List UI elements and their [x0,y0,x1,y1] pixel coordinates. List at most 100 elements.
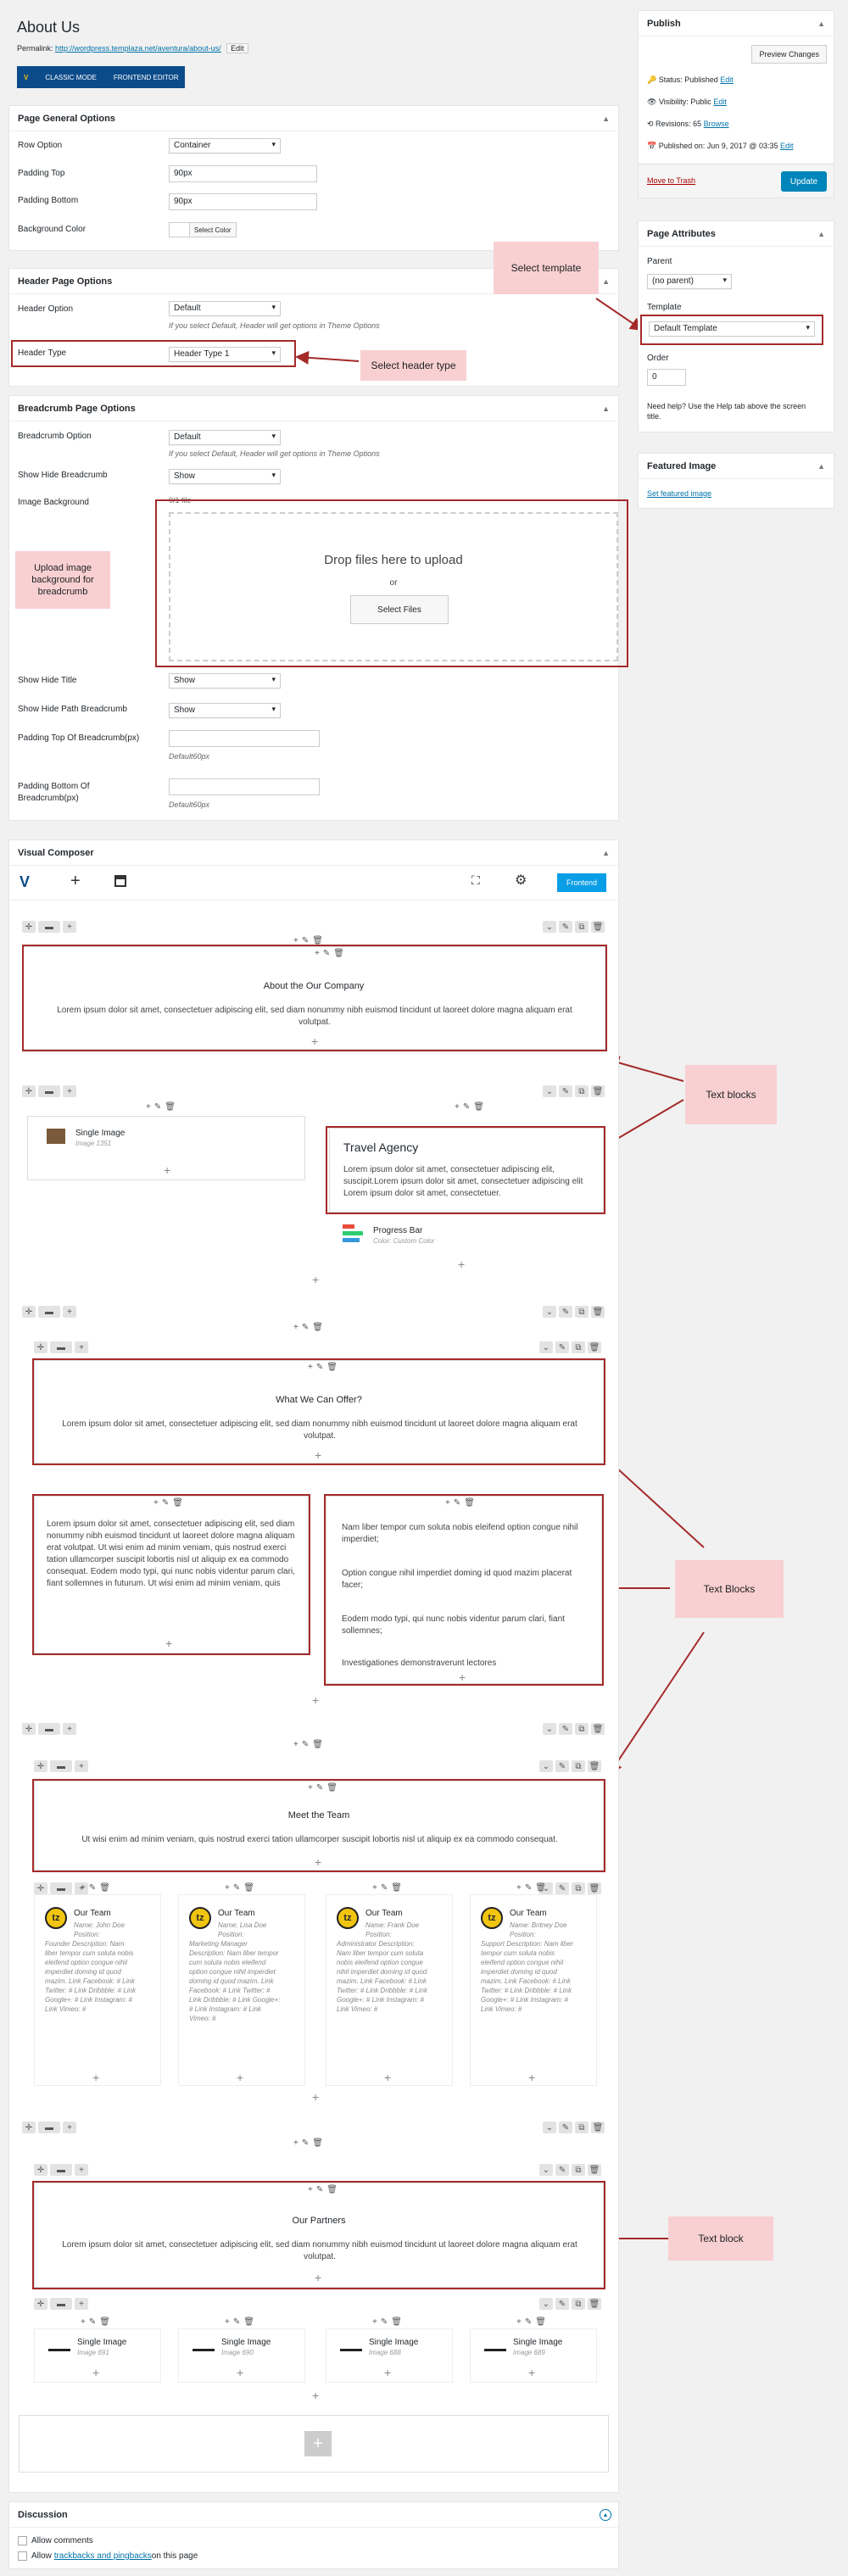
edit-icon[interactable]: ✎ [555,2298,569,2310]
add-column-icon[interactable]: + [63,921,76,933]
edit-icon[interactable]: ✎ [555,2164,569,2176]
copy-icon[interactable]: ⧉ [575,1085,589,1097]
layout-icon[interactable]: ▬ [38,921,60,933]
layout-icon[interactable]: ▬ [50,1341,72,1353]
copy-icon[interactable]: ⧉ [572,1882,585,1894]
edit-icon[interactable]: ✎ [559,1306,572,1318]
status-edit-link[interactable]: Edit [720,75,734,84]
edit-icon[interactable]: ✎ [555,1760,569,1772]
add-icon[interactable]: + [372,2317,377,2327]
team-member-card[interactable]: + ✎ 🗑 tz Our Team Name: Lisa Doe Position: Mar… [178,1883,305,2086]
edit-icon[interactable]: ✎ [525,2317,532,2327]
add-icon[interactable]: + [81,2317,86,2327]
layout-icon[interactable]: ▬ [50,1882,72,1894]
show-hide-breadcrumb-select[interactable]: Show [169,469,281,484]
add-icon[interactable]: + [225,2317,230,2327]
edit-icon[interactable]: ✎ [233,1883,240,1893]
single-image-element[interactable]: Single Image Image 1351 + [27,1116,305,1180]
layout-icon[interactable]: ▬ [38,1085,60,1097]
edit-icon[interactable]: ✎ [559,1085,572,1097]
drag-handle-icon[interactable]: ✛ [22,1085,36,1097]
vc-logo-icon[interactable]: V [20,873,30,891]
delete-icon[interactable]: 🗑 [588,1341,601,1353]
add-icon[interactable]: + [372,1883,377,1893]
copy-icon[interactable]: ⧉ [575,1306,589,1318]
edit-icon[interactable]: ✎ [525,1883,532,1893]
trackbacks-link[interactable]: trackbacks and pingbacks [54,2551,152,2561]
team-member-card[interactable]: + ✎ 🗑 tz Our Team Name: Frank Doe Position: Ad… [326,1883,453,2086]
delete-icon[interactable]: 🗑 [591,2122,605,2133]
add-icon[interactable]: + [312,1694,319,1706]
add-icon[interactable]: + [164,1164,170,1176]
drag-handle-icon[interactable]: ✛ [22,1306,36,1318]
add-icon[interactable]: + [312,2091,319,2103]
add-icon[interactable]: + [293,1323,298,1332]
edit-icon[interactable]: ✎ [89,2317,96,2327]
edit-icon[interactable]: ✎ [555,1341,569,1353]
move-to-trash-link[interactable]: Move to Trash [647,176,695,185]
chevron-down-icon[interactable]: ⌄ [539,2164,553,2176]
add-icon[interactable]: + [516,1883,522,1893]
add-element-icon[interactable]: + [70,872,81,891]
collapse-icon[interactable]: ▲ [600,2509,611,2521]
delete-icon[interactable]: 🗑 [591,1085,605,1097]
preview-changes-button[interactable]: Preview Changes [751,45,827,64]
add-column-icon[interactable]: + [63,1306,76,1318]
edit-icon[interactable]: ✎ [559,921,572,933]
breadcrumb-option-select[interactable]: Default [169,430,281,445]
partner-image-element[interactable]: + ✎ 🗑 Single Image Image 691 + [34,2317,161,2383]
layout-icon[interactable]: ▬ [50,2298,72,2310]
update-button[interactable]: Update [781,171,827,192]
add-icon[interactable]: + [528,2071,535,2083]
add-column-icon[interactable]: + [75,1341,88,1353]
delete-icon[interactable]: 🗑 [165,1102,176,1112]
add-icon[interactable]: + [237,2367,243,2378]
copy-icon[interactable]: ⧉ [572,1341,585,1353]
edit-icon[interactable]: ✎ [302,1323,309,1332]
add-icon[interactable]: + [146,1102,151,1112]
drag-handle-icon[interactable]: ✛ [34,2298,47,2310]
delete-icon[interactable]: 🗑 [535,1883,546,1893]
delete-icon[interactable]: 🗑 [312,2138,323,2148]
drag-handle-icon[interactable]: ✛ [34,1341,47,1353]
settings-icon[interactable]: ⚙ [515,872,527,889]
collapse-icon[interactable]: ▲ [817,230,825,238]
padding-top-breadcrumb-input[interactable] [169,730,320,747]
add-icon[interactable]: + [92,2367,99,2378]
chevron-down-icon[interactable]: ⌄ [539,2298,553,2310]
fullscreen-icon[interactable]: ⛶ [471,873,480,888]
delete-icon[interactable]: 🗑 [99,1883,110,1893]
edit-icon[interactable]: ✎ [381,2317,388,2327]
chevron-down-icon[interactable]: ⌄ [543,921,556,933]
delete-icon[interactable]: 🗑 [588,1882,601,1894]
edit-icon[interactable]: ✎ [233,2317,240,2327]
delete-icon[interactable]: 🗑 [391,2317,402,2327]
add-icon[interactable]: + [528,2367,535,2378]
add-icon[interactable]: + [458,1258,465,1270]
show-hide-title-select[interactable]: Show [169,673,281,689]
delete-icon[interactable]: 🗑 [312,1740,323,1749]
layout-icon[interactable]: ▬ [50,1760,72,1772]
add-icon[interactable]: + [384,2367,391,2378]
drag-handle-icon[interactable]: ✛ [34,2164,47,2176]
parent-select[interactable]: (no parent) [647,274,732,289]
layout-icon[interactable]: ▬ [50,2164,72,2176]
partner-image-element[interactable]: + ✎ 🗑 Single Image Image 690 + [178,2317,305,2383]
chevron-down-icon[interactable]: ⌄ [539,1341,553,1353]
chevron-down-icon[interactable]: ⌄ [543,1306,556,1318]
add-column-icon[interactable]: + [63,1085,76,1097]
add-icon[interactable]: + [81,1883,86,1893]
browse-link[interactable]: Browse [704,120,729,128]
edit-icon[interactable]: ✎ [463,1102,470,1112]
delete-icon[interactable]: 🗑 [591,1306,605,1318]
drag-handle-icon[interactable]: ✛ [34,1882,47,1894]
copy-icon[interactable]: ⧉ [572,1760,585,1772]
add-column-icon[interactable]: + [63,2122,76,2133]
partner-image-element[interactable]: + ✎ 🗑 Single Image Image 689 + [470,2317,597,2383]
edit-icon[interactable]: ✎ [555,1882,569,1894]
delete-icon[interactable]: 🗑 [243,2317,254,2327]
delete-icon[interactable]: 🗑 [591,921,605,933]
delete-icon[interactable]: 🗑 [588,1760,601,1772]
edit-icon[interactable]: ✎ [302,2138,309,2148]
padding-bottom-breadcrumb-input[interactable] [169,778,320,795]
